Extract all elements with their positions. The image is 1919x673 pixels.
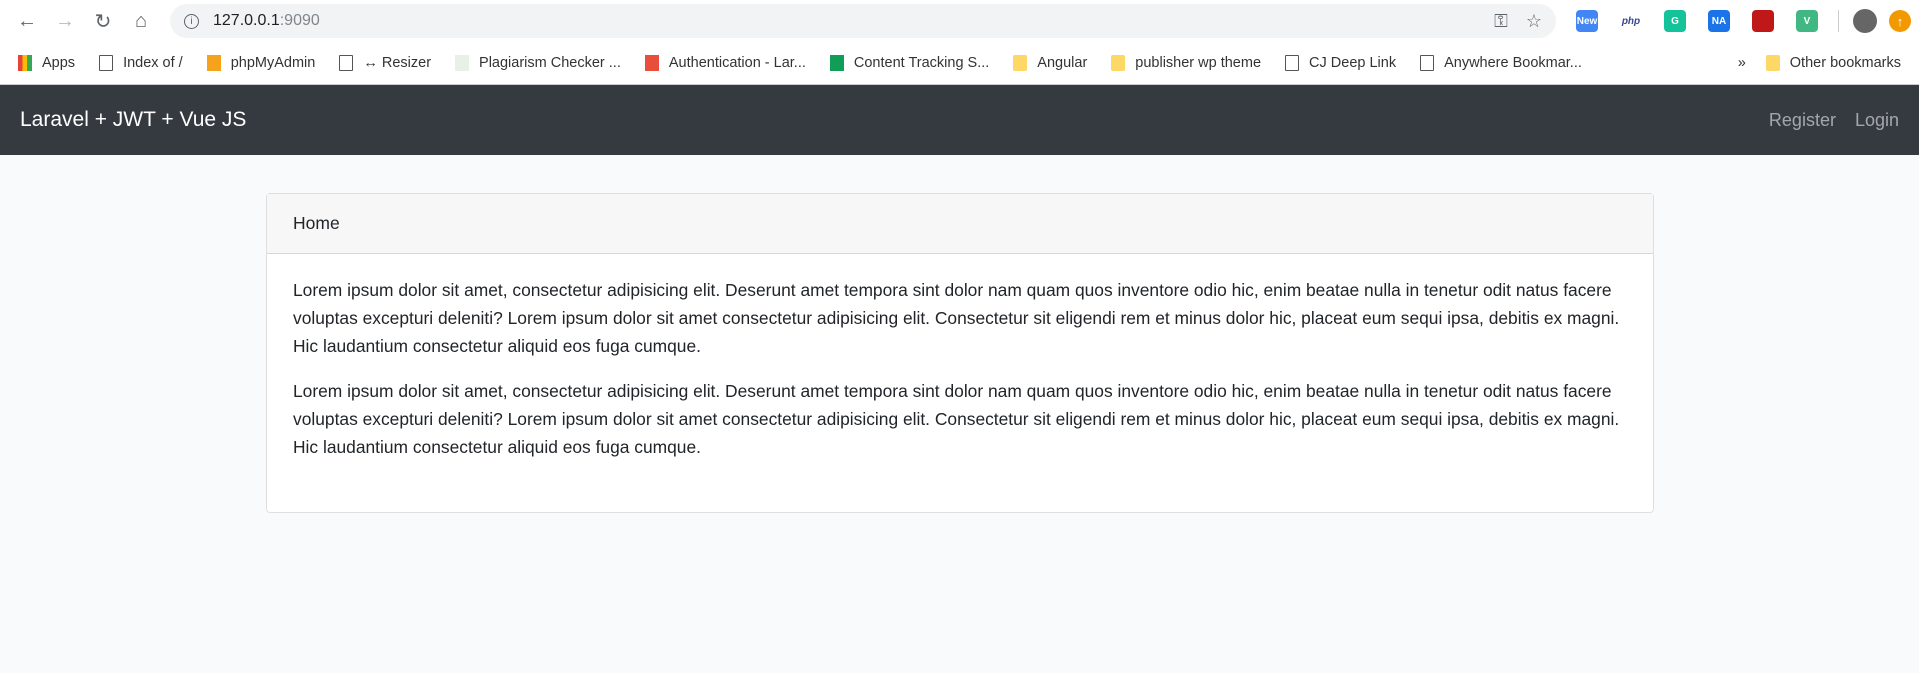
address-bar[interactable]: i 127.0.0.1:9090 ⚿ ☆ (170, 4, 1556, 38)
folder-icon (1765, 55, 1780, 71)
bookmark-item[interactable]: Anywhere Bookmar... (1420, 55, 1582, 71)
info-icon[interactable]: i (184, 13, 199, 29)
bookmark-label: Plagiarism Checker ... (479, 55, 621, 71)
bookmark-label: Content Tracking S... (853, 55, 990, 71)
bookmark-item[interactable]: Authentication - Lar... (644, 55, 806, 71)
bookmark-item[interactable]: CJ Deep Link (1285, 55, 1396, 71)
bookmark-label: phpMyAdmin (230, 55, 316, 71)
bookmark-label: Apps (42, 55, 76, 71)
url-host: 127.0.0.1 (213, 12, 280, 29)
other-bookmarks-label: Other bookmarks (1789, 55, 1901, 71)
bookmark-label: CJ Deep Link (1309, 55, 1397, 71)
bookmark-item[interactable]: Angular (1013, 55, 1087, 71)
bookmark-item[interactable]: phpMyAdmin (206, 55, 316, 71)
na-extension-icon[interactable]: NA (1708, 10, 1730, 32)
phpmyadmin-icon (206, 55, 221, 71)
back-arrow-icon[interactable]: ← (8, 4, 46, 38)
sst-icon (455, 55, 470, 71)
php-extension-icon[interactable]: php (1620, 10, 1642, 32)
bookmark-label: Index of / (123, 55, 183, 71)
forward-arrow-icon[interactable]: → (46, 4, 84, 38)
grammarly-extension-icon[interactable]: G (1664, 10, 1686, 32)
mcafee-extension-icon[interactable] (1752, 10, 1774, 32)
register-link[interactable]: Register (1769, 110, 1836, 131)
vue-devtools-extension-icon[interactable]: V (1796, 10, 1818, 32)
extensions-area: New php G NA V (1576, 10, 1818, 32)
sheets-icon (829, 55, 844, 71)
url-port: :9090 (279, 12, 320, 29)
page-icon (1285, 55, 1300, 71)
key-icon[interactable]: ⚿ (1494, 11, 1508, 32)
update-icon[interactable]: ↑ (1889, 10, 1911, 32)
bookmark-item[interactable]: publisher wp theme (1111, 55, 1261, 71)
browser-chrome: ← → ↻ ⌂ i 127.0.0.1:9090 ⚿ ☆ New php G NA V ↑… (0, 0, 1919, 85)
bookmark-label: publisher wp theme (1135, 55, 1262, 71)
folder-icon (1111, 55, 1126, 71)
bookmark-label: ↔ Resizer (363, 55, 432, 71)
home-card: Home Lorem ipsum dolor sit amet, consect… (266, 193, 1654, 513)
bookmark-label: Anywhere Bookmar... (1444, 55, 1582, 71)
more-bookmarks-chevron[interactable]: » (1738, 55, 1746, 71)
profile-avatar[interactable] (1853, 9, 1877, 33)
home-icon[interactable]: ⌂ (122, 4, 160, 38)
bookmark-item[interactable]: Apps (18, 55, 75, 71)
bookmark-label: Angular (1037, 55, 1088, 71)
star-icon[interactable]: ☆ (1526, 11, 1542, 32)
login-link[interactable]: Login (1855, 110, 1899, 131)
folder-icon (1013, 55, 1028, 71)
bookmark-item[interactable]: ↔ Resizer (339, 55, 431, 71)
browser-toolbar: ← → ↻ ⌂ i 127.0.0.1:9090 ⚿ ☆ New php G NA V ↑ (0, 0, 1919, 42)
bookmark-label: Authentication - Lar... (668, 55, 806, 71)
page-icon (99, 55, 114, 71)
card-body: Lorem ipsum dolor sit amet, consectetur … (267, 254, 1653, 500)
bookmark-item[interactable]: Content Tracking S... (829, 55, 990, 71)
new-extension-icon[interactable]: New (1576, 10, 1598, 32)
other-bookmarks[interactable]: Other bookmarks (1765, 55, 1901, 71)
reload-icon[interactable]: ↻ (84, 4, 122, 38)
apps-grid-icon (18, 55, 32, 71)
navbar-brand[interactable]: Laravel + JWT + Vue JS (20, 108, 246, 132)
card-header: Home (267, 194, 1653, 254)
page-icon (339, 55, 354, 71)
page-icon (1420, 55, 1435, 71)
navbar: Laravel + JWT + Vue JS Register Login (0, 85, 1919, 155)
bookmark-item[interactable]: Index of / (99, 55, 183, 71)
paragraph: Lorem ipsum dolor sit amet, consectetur … (293, 280, 1620, 356)
bookmarks-bar: Apps Index of / phpMyAdmin ↔ Resizer Plagiar… (0, 42, 1919, 84)
bookmark-item[interactable]: Plagiarism Checker ... (455, 55, 621, 71)
s-icon (644, 55, 659, 71)
paragraph: Lorem ipsum dolor sit amet, consectetur … (293, 381, 1620, 457)
